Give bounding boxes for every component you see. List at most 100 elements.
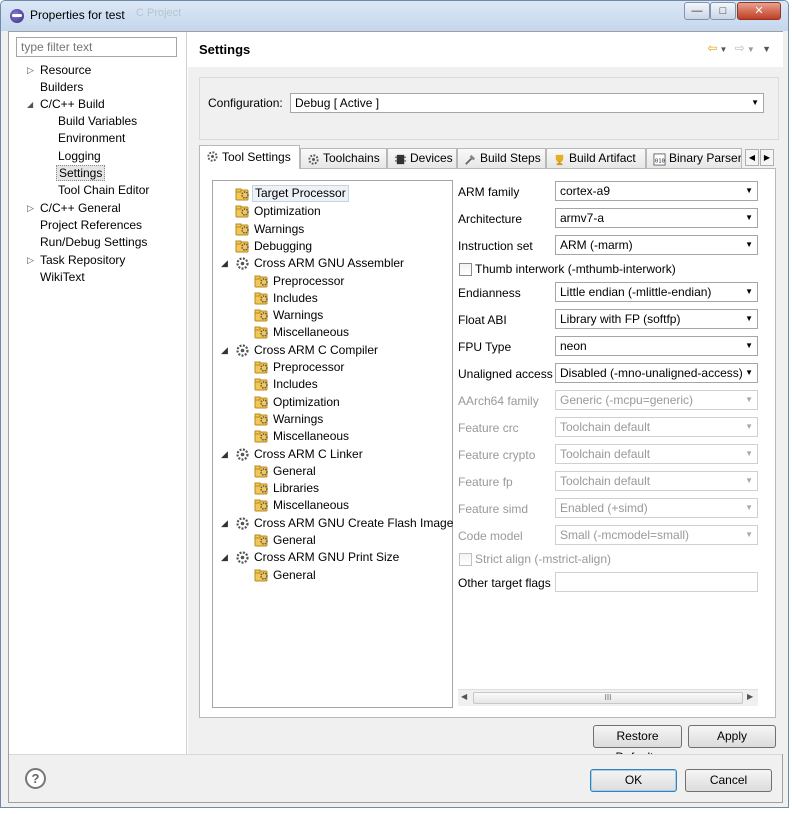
arm-family-select[interactable]: cortex-a9 ▼	[555, 181, 758, 201]
tree-node[interactable]: General	[254, 463, 448, 480]
restore-defaults-button[interactable]: Restore Defaults	[593, 725, 682, 764]
option-folder-icon	[254, 291, 269, 306]
expand-arrow-icon[interactable]: ▷	[27, 62, 34, 79]
close-button[interactable]: ✕	[737, 2, 781, 20]
tab-binary-parser[interactable]: 010 Binary Parser	[646, 148, 742, 169]
nav-item-label: Environment	[58, 131, 126, 145]
tree-node[interactable]: Includes	[254, 290, 448, 307]
configuration-select[interactable]: Debug [ Active ] ▼	[290, 93, 764, 113]
scrollbar-thumb[interactable]: III	[473, 692, 743, 704]
tree-node[interactable]: Optimization	[235, 203, 448, 220]
properties-window: Properties for test C Project — □ ✕ ▷ Re…	[0, 0, 789, 808]
maximize-button[interactable]: □	[710, 2, 736, 20]
tree-node[interactable]: ◢ Cross ARM C Linker	[221, 446, 448, 463]
tab-toolchains[interactable]: Toolchains	[300, 148, 387, 169]
thumb-interwork-label: Thumb interwork (-mthumb-interwork)	[475, 262, 676, 276]
back-menu-icon[interactable]: ▼	[719, 45, 729, 54]
tree-node-label: Includes	[273, 290, 318, 305]
tree-node[interactable]: ◢ Cross ARM C Compiler	[221, 342, 448, 359]
collapse-arrow-icon[interactable]: ◢	[221, 342, 228, 359]
nav-item-environment[interactable]: Environment	[58, 130, 125, 147]
collapse-arrow-icon[interactable]: ◢	[221, 255, 228, 272]
cancel-button[interactable]: Cancel	[685, 769, 772, 792]
tab-devices[interactable]: Devices	[387, 148, 457, 169]
collapse-arrow-icon[interactable]: ◢	[221, 515, 228, 532]
minimize-icon: —	[691, 5, 703, 17]
minimize-button[interactable]: —	[684, 2, 710, 20]
tree-node-label: Cross ARM GNU Assembler	[254, 256, 405, 271]
tree-node[interactable]: Target Processor	[235, 185, 448, 203]
tree-node-label: General	[273, 567, 316, 582]
tree-node[interactable]: ◢ Cross ARM GNU Print Size	[221, 549, 448, 566]
tab-build-artifact[interactable]: Build Artifact	[546, 148, 646, 169]
unaligned-access-label: Unaligned access	[458, 367, 553, 381]
float-abi-label: Float ABI	[458, 313, 507, 327]
dialog-footer: ? OK Cancel	[9, 754, 782, 802]
scroll-right-icon[interactable]: ▶	[747, 692, 753, 701]
back-arrow-icon[interactable]: ⇦	[707, 41, 719, 55]
forward-arrow-icon[interactable]: ⇨	[735, 41, 747, 55]
tree-node[interactable]: ◢ Cross ARM GNU Create Flash Image	[221, 515, 453, 532]
collapse-arrow-icon[interactable]: ◢	[221, 549, 228, 566]
feature-crypto-value: Toolchain default	[560, 447, 651, 461]
nav-item-wikitext[interactable]: WikiText	[40, 269, 85, 286]
feature-simd-value: Enabled (+simd)	[560, 501, 648, 515]
nav-item-project-references[interactable]: Project References	[40, 217, 142, 234]
apply-button[interactable]: Apply	[688, 725, 776, 748]
architecture-select[interactable]: armv7-a ▼	[555, 208, 758, 228]
expand-arrow-icon[interactable]: ▷	[27, 200, 34, 217]
nav-item-builders[interactable]: Builders	[40, 79, 83, 96]
collapse-arrow-icon[interactable]: ◢	[27, 96, 33, 113]
fpu-type-select[interactable]: neon ▼	[555, 336, 758, 356]
tree-node[interactable]: Miscellaneous	[254, 428, 448, 445]
thumb-interwork-checkbox[interactable]	[459, 263, 472, 276]
other-target-flags-input[interactable]	[555, 572, 758, 592]
tree-node[interactable]: Warnings	[235, 221, 448, 238]
filter-input[interactable]	[16, 37, 177, 57]
tree-node[interactable]: Preprocessor	[254, 273, 448, 290]
tree-node[interactable]: Miscellaneous	[254, 497, 448, 514]
tree-node[interactable]: Warnings	[254, 411, 448, 428]
nav-item-settings[interactable]: Settings	[56, 165, 106, 182]
unaligned-access-select[interactable]: Disabled (-mno-unaligned-access) ▼	[555, 363, 758, 383]
tree-node[interactable]: General	[254, 567, 448, 584]
tree-node[interactable]: Miscellaneous	[254, 324, 448, 341]
nav-item-label: Resource	[40, 63, 92, 77]
tab-build-steps[interactable]: Build Steps	[457, 148, 546, 169]
ok-button[interactable]: OK	[590, 769, 677, 792]
tree-node[interactable]: Optimization	[254, 394, 448, 411]
tree-node-label: Optimization	[273, 394, 340, 409]
view-menu-icon[interactable]: ▼	[762, 44, 773, 54]
tree-node[interactable]: Libraries	[254, 480, 448, 497]
tree-node[interactable]: Warnings	[254, 307, 448, 324]
nav-item-logging[interactable]: Logging	[58, 148, 101, 165]
tree-node[interactable]: General	[254, 532, 448, 549]
float-abi-value: Library with FP (softfp)	[560, 312, 681, 326]
tree-node[interactable]: Includes	[254, 376, 448, 393]
nav-item-build-variables[interactable]: Build Variables	[58, 113, 137, 130]
nav-item-tool-chain-editor[interactable]: Tool Chain Editor	[58, 182, 149, 199]
collapse-arrow-icon[interactable]: ◢	[221, 446, 228, 463]
option-folder-icon	[254, 533, 269, 548]
scroll-left-icon[interactable]: ◀	[461, 692, 467, 701]
nav-item-run-debug-settings[interactable]: Run/Debug Settings	[40, 234, 147, 251]
help-icon[interactable]: ?	[25, 768, 46, 789]
expand-arrow-icon[interactable]: ▷	[27, 252, 34, 269]
instruction-set-select[interactable]: ARM (-marm) ▼	[555, 235, 758, 255]
float-abi-select[interactable]: Library with FP (softfp) ▼	[555, 309, 758, 329]
forward-menu-icon[interactable]: ▼	[747, 45, 757, 54]
endianness-select[interactable]: Little endian (-mlittle-endian) ▼	[555, 282, 758, 302]
nav-item-label: C/C++ General	[40, 201, 121, 215]
feature-crypto-select: Toolchain default ▼	[555, 444, 758, 464]
tool-settings-tree: Target Processor Optimization Warnings Debu…	[212, 180, 453, 708]
tree-node[interactable]: Preprocessor	[254, 359, 448, 376]
tab-tool-settings[interactable]: Tool Settings	[199, 145, 300, 169]
tab-scroll-right-button[interactable]: ▶	[760, 149, 774, 166]
dropdown-arrow-icon: ▼	[751, 98, 759, 107]
option-folder-icon	[254, 325, 269, 340]
strict-align-label: Strict align (-mstrict-align)	[475, 552, 612, 566]
tree-node[interactable]: Debugging	[235, 238, 448, 255]
tree-node[interactable]: ◢ Cross ARM GNU Assembler	[221, 255, 448, 272]
tab-scroll-left-button[interactable]: ◀	[745, 149, 759, 166]
form-horizontal-scrollbar[interactable]: ◀ III ▶	[458, 689, 758, 706]
